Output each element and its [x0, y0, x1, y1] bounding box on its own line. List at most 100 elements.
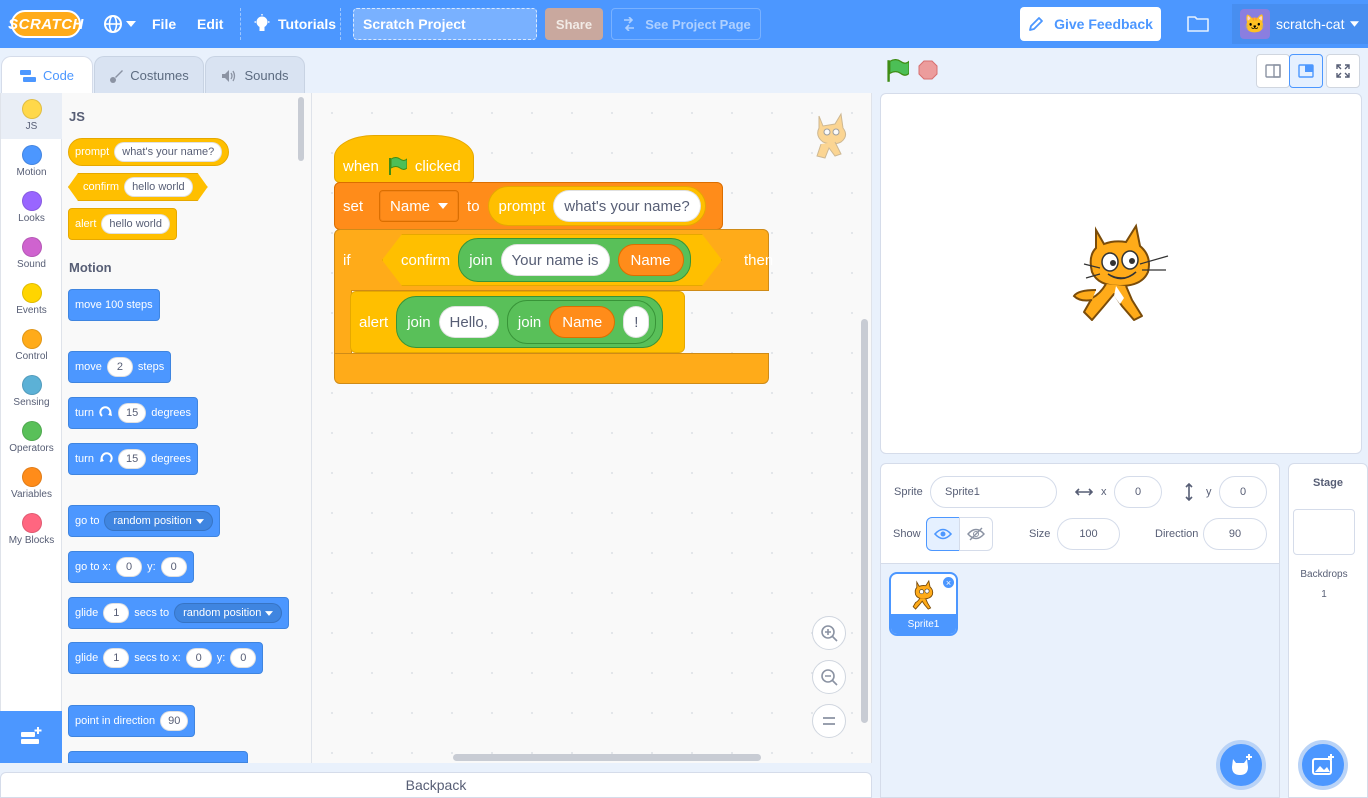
direction-label: Direction [1155, 528, 1199, 540]
category-control[interactable]: Control [1, 323, 62, 369]
tab-code[interactable]: Code [1, 56, 93, 94]
caret-down-icon [1350, 21, 1360, 27]
block-input[interactable]: what's your name? [114, 142, 223, 162]
username: scratch-cat [1276, 16, 1345, 32]
category-variables[interactable]: Variables [1, 461, 62, 507]
block-input[interactable]: 0 [230, 648, 257, 668]
block-input[interactable]: Your name is [501, 244, 610, 276]
project-title-input[interactable] [353, 8, 537, 40]
backdrop-thumbnail[interactable] [1293, 509, 1355, 555]
block-input[interactable]: 2 [106, 357, 133, 377]
turn-right-block[interactable]: turn 15 degrees [68, 397, 198, 429]
choose-backdrop-button[interactable] [1298, 740, 1348, 790]
stop-icon [918, 60, 938, 80]
zoom-in-button[interactable] [812, 616, 846, 650]
tab-sounds[interactable]: Sounds [205, 56, 305, 94]
block-input[interactable]: what's your name? [553, 190, 701, 222]
see-project-page-button[interactable]: See Project Page [611, 8, 761, 40]
join-reporter[interactable]: join Hello, join Name ! [396, 296, 664, 348]
name-variable-reporter[interactable]: Name [618, 244, 684, 276]
scratch-logo[interactable]: SCRATCH [8, 10, 83, 38]
category-operators[interactable]: Operators [1, 415, 62, 461]
category-sensing[interactable]: Sensing [1, 369, 62, 415]
zoom-reset-button[interactable] [812, 704, 846, 738]
variable-dropdown[interactable]: Name [379, 190, 460, 222]
category-js[interactable]: JS [1, 93, 62, 139]
glide-to-block[interactable]: glide 1 secs to random position [68, 597, 290, 629]
block-input[interactable]: 1 [103, 648, 130, 668]
hide-sprite-button[interactable] [959, 517, 993, 551]
x-input[interactable]: 0 [1114, 476, 1162, 508]
block-label: confirm [401, 251, 451, 269]
fullscreen-button[interactable] [1326, 54, 1360, 88]
block-input[interactable]: 90 [160, 711, 189, 731]
sprite-cat-thumbnail [912, 579, 934, 610]
confirm-block[interactable]: confirm hello world [68, 173, 208, 201]
direction-input[interactable]: 90 [1203, 518, 1267, 550]
set-variable-block[interactable]: set Name to prompt what's your name? [334, 182, 723, 230]
join-reporter[interactable]: join Your name is Name [458, 238, 690, 282]
go-to-block[interactable]: go to random position [68, 505, 220, 537]
backpack[interactable]: Backpack [0, 772, 872, 798]
green-flag-button[interactable] [885, 59, 910, 88]
category-sound[interactable]: Sound [1, 231, 62, 277]
block-input[interactable]: Hello, [438, 306, 499, 338]
script-horizontal-scrollbar[interactable] [453, 754, 761, 761]
alert-block[interactable]: alert join Hello, join Name ! [350, 291, 685, 353]
confirm-boolean[interactable]: confirm join Your name is Name [382, 234, 722, 286]
block-input[interactable]: 0 [116, 557, 143, 577]
delete-sprite-button[interactable]: × [942, 576, 955, 589]
category-dot [21, 145, 42, 165]
glide-to-xy-block[interactable]: glide 1 secs to x: 0 y: 0 [68, 642, 264, 674]
name-variable-reporter[interactable]: Name [549, 306, 616, 338]
account-menu[interactable]: 🐱 scratch-cat [1232, 4, 1368, 44]
size-input[interactable]: 100 [1057, 518, 1120, 550]
sprite-cat[interactable] [1070, 220, 1170, 331]
point-in-direction-block[interactable]: point in direction 90 [68, 705, 196, 737]
sprite-name-input[interactable]: Sprite1 [930, 476, 1057, 508]
go-to-xy-block[interactable]: go to x: 0 y: 0 [68, 551, 194, 583]
move-steps-block[interactable]: move 2 steps [68, 351, 172, 383]
stop-button[interactable] [918, 60, 938, 85]
category-label: JS [25, 121, 38, 132]
block-input[interactable]: 15 [117, 403, 147, 423]
script-vertical-scrollbar[interactable] [861, 319, 868, 723]
y-input[interactable]: 0 [1219, 476, 1267, 508]
block-input[interactable]: 15 [117, 449, 147, 469]
edit-menu[interactable]: Edit [197, 16, 223, 32]
tutorials-button[interactable]: Tutorials [254, 14, 336, 34]
turn-left-block[interactable]: turn 15 degrees [68, 443, 198, 475]
prompt-block[interactable]: prompt what's your name? [68, 138, 230, 166]
palette-scrollbar[interactable] [298, 97, 304, 161]
tab-costumes[interactable]: Costumes [94, 56, 204, 94]
category-my-blocks[interactable]: My Blocks [1, 507, 62, 553]
block-input[interactable]: hello world [101, 214, 170, 234]
language-menu[interactable] [103, 13, 137, 35]
zoom-out-button[interactable] [812, 660, 846, 694]
category-looks[interactable]: Looks [1, 185, 62, 231]
block-input[interactable]: 0 [160, 557, 187, 577]
target-dropdown[interactable]: random position [174, 603, 283, 623]
my-stuff-folder-icon[interactable] [1187, 14, 1209, 37]
block-input[interactable]: 1 [103, 603, 130, 623]
block-input[interactable]: ! [623, 306, 650, 338]
block-input[interactable]: 0 [185, 648, 212, 668]
prompt-reporter[interactable]: prompt what's your name? [487, 186, 706, 226]
category-events[interactable]: Events [1, 277, 62, 323]
target-dropdown[interactable]: random position [104, 511, 213, 531]
move-100-steps-block[interactable]: move 100 steps [68, 289, 160, 321]
share-button[interactable]: Share [545, 8, 603, 40]
block-input[interactable]: hello world [124, 177, 193, 197]
small-stage-button[interactable] [1256, 54, 1290, 88]
show-sprite-button[interactable] [926, 517, 960, 551]
add-extension-button[interactable] [0, 711, 62, 763]
category-motion[interactable]: Motion [1, 139, 62, 185]
when-flag-clicked-block[interactable]: when clicked [334, 135, 474, 183]
nested-join-reporter[interactable]: join Name ! [506, 300, 657, 344]
file-menu[interactable]: File [152, 16, 176, 32]
normal-stage-button[interactable] [1289, 54, 1323, 88]
give-feedback-button[interactable]: Give Feedback [1020, 7, 1161, 41]
alert-block[interactable]: alert hello world [68, 208, 177, 240]
choose-sprite-button[interactable] [1216, 740, 1266, 790]
partial-motion-block[interactable] [68, 751, 248, 763]
